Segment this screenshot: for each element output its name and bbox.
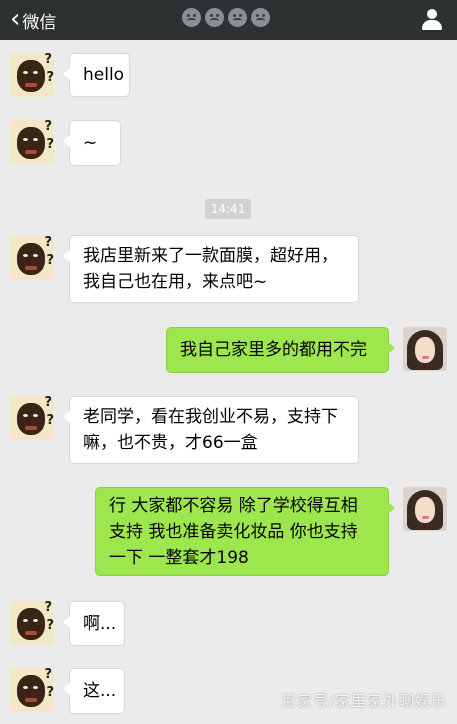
message-text: 我店里新来了一款面膜，超好用， 我自己也在用，来点吧~ [83,246,338,292]
contact-avatar[interactable]: ?? [10,53,54,97]
message-bubble-incoming[interactable]: 这... [63,668,125,714]
chat-title-emojis [182,8,270,27]
watermark: 百家号/家里家外聊娱乐 [280,692,447,710]
timestamp: 14:41 [205,199,251,219]
user-avatar[interactable] [403,327,447,371]
contact-avatar[interactable]: ?? [10,236,54,280]
message-bubble-outgoing[interactable]: 我自己家里多的都用不完 [166,327,395,373]
message-text: 行 大家都不容易 除了学校得互相 支持 我也准备卖化妆品 你也支持 一下 一整套… [109,495,358,568]
message-text: 啊... [83,613,117,634]
message-bubble-incoming[interactable]: hello [63,53,130,97]
chevron-left-icon: ‹ [10,3,21,34]
message-text: 这... [83,681,117,701]
face-icon [205,8,224,27]
back-button[interactable]: ‹ 微信 [10,6,56,34]
message-text: 我自己家里多的都用不完 [180,340,367,360]
message-bubble-incoming[interactable]: 老同学，看在我创业不易，支持下 嘛，也不贵，才66一盒 [63,396,359,464]
face-icon [228,8,247,27]
user-avatar[interactable] [403,487,447,531]
contact-avatar[interactable]: ?? [10,120,54,164]
contact-avatar[interactable]: ?? [10,396,54,440]
contact-avatar[interactable]: ?? [10,668,54,712]
contact-avatar[interactable]: ?? [10,601,54,645]
face-icon [251,8,270,27]
message-text: hello [83,65,125,85]
person-icon[interactable] [421,9,443,31]
message-text: ~ [83,133,98,153]
top-bar: ‹ 微信 [0,0,457,40]
message-bubble-incoming[interactable]: ~ [63,120,121,166]
message-bubble-outgoing[interactable]: 行 大家都不容易 除了学校得互相 支持 我也准备卖化妆品 你也支持 一下 一整套… [95,487,395,576]
message-bubble-incoming[interactable]: 啊... [63,601,125,646]
message-text: 老同学，看在我创业不易，支持下 嘛，也不贵，才66一盒 [83,407,338,453]
face-icon [182,8,201,27]
back-label: 微信 [22,12,57,33]
message-bubble-incoming[interactable]: 我店里新来了一款面膜，超好用， 我自己也在用，来点吧~ [63,235,359,303]
